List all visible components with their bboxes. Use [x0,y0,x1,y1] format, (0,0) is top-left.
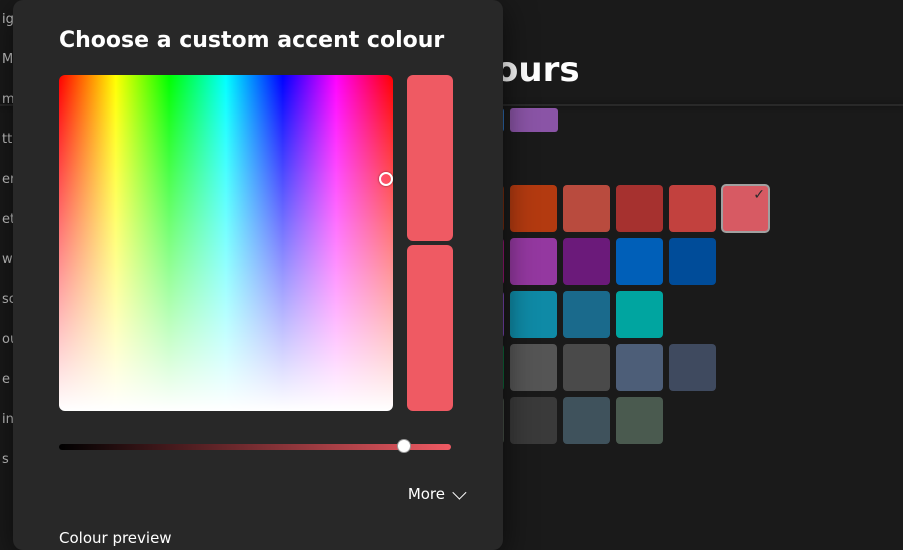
accent-swatch[interactable] [616,185,663,232]
value-track [59,444,451,450]
accent-swatch[interactable] [510,185,557,232]
more-label: More [408,485,445,503]
accent-swatch[interactable] [563,185,610,232]
check-icon: ✓ [753,187,765,203]
accent-swatch-grid: ✓ [457,185,769,444]
hue-sat-thumb[interactable] [379,172,393,186]
accent-swatch[interactable] [616,238,663,285]
accent-swatch[interactable] [669,185,716,232]
value-thumb[interactable] [397,439,411,453]
value-slider[interactable] [59,439,451,453]
hue-sat-field[interactable] [59,75,393,411]
accent-swatch[interactable] [563,397,610,444]
accent-swatch[interactable] [616,291,663,338]
more-toggle[interactable]: More [59,485,479,503]
accent-swatch[interactable] [510,291,557,338]
preview-column [407,75,453,411]
chevron-down-icon [452,486,466,500]
accent-swatch[interactable] [616,344,663,391]
colour-preview-label: Colour preview [59,529,479,547]
accent-swatch[interactable] [563,238,610,285]
preview-top [407,75,453,241]
accent-swatch[interactable] [510,344,557,391]
accent-swatch[interactable] [510,397,557,444]
accent-swatch[interactable] [669,344,716,391]
mode-swatch[interactable] [510,108,558,132]
accent-swatch[interactable] [669,238,716,285]
accent-swatch[interactable] [563,291,610,338]
custom-colour-picker: Choose a custom accent colour More Colou… [13,0,503,550]
picker-area [59,75,479,411]
accent-swatch[interactable] [510,238,557,285]
accent-swatch[interactable]: ✓ [722,185,769,232]
accent-swatch[interactable] [616,397,663,444]
preview-bottom [407,245,453,411]
accent-swatch[interactable] [563,344,610,391]
picker-title: Choose a custom accent colour [59,28,479,53]
